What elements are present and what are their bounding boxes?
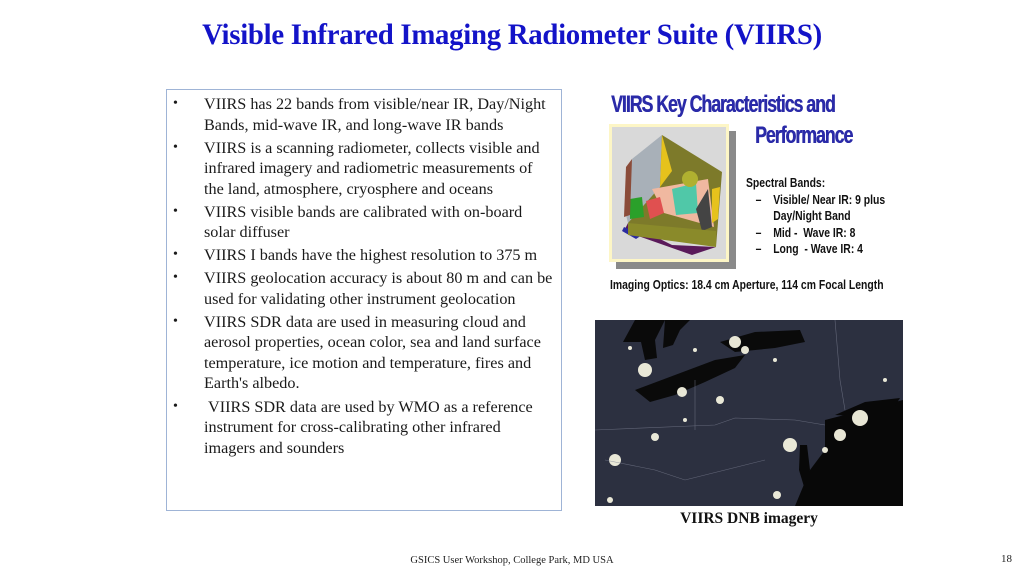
dash-icon: –: [755, 191, 762, 207]
spectral-item-continuation: Day/Night Band: [746, 208, 885, 225]
map-caption: VIIRS DNB imagery: [680, 510, 818, 527]
bullet-text: VIIRS SDR data are used by WMO as a refe…: [204, 397, 537, 457]
bullet-item: • VIIRS SDR data are used by WMO as a re…: [167, 397, 561, 459]
bullet-icon: •: [173, 398, 178, 414]
bullet-item: • VIIRS is a scanning radiometer, collect…: [167, 138, 561, 200]
instrument-model-icon: [622, 135, 722, 255]
page-number: 18: [1001, 553, 1012, 565]
bullet-icon: •: [173, 247, 178, 263]
bullet-item: • VIIRS I bands have the highest resoluti…: [167, 245, 561, 266]
bullet-item: • VIIRS geolocation accuracy is about 80 …: [167, 268, 561, 309]
bullet-text: VIIRS is a scanning radiometer, collects…: [204, 138, 540, 198]
bullet-icon: •: [173, 313, 178, 329]
spectral-item-label: Long - Wave IR: 4: [773, 241, 863, 256]
spectral-item-continuation-text: Day/Night Band: [773, 208, 851, 223]
bullet-item: • VIIRS visible bands are calibrated with…: [167, 202, 561, 243]
slide-footer: GSICS User Workshop, College Park, MD US…: [410, 555, 614, 566]
bullet-text: VIIRS has 22 bands from visible/near IR,…: [204, 95, 546, 134]
key-characteristics-graphic: VIIRS Key Characteristics and Performanc…: [600, 88, 900, 303]
key-characteristics-title-line2: Performance: [755, 122, 853, 149]
bullet-item: • VIIRS SDR data are used in measuring cl…: [167, 312, 561, 394]
bullet-text: VIIRS visible bands are calibrated with …: [204, 202, 523, 242]
night-lights-map-icon: [595, 320, 903, 506]
bullet-text: VIIRS SDR data are used in measuring clo…: [204, 312, 541, 393]
imaging-optics-text: Imaging Optics: 18.4 cm Aperture, 114 cm…: [610, 277, 884, 292]
spectral-item: – Long - Wave IR: 4: [746, 241, 885, 258]
key-characteristics-title-line1: VIIRS Key Characteristics and: [611, 91, 836, 118]
spectral-bands-block: Spectral Bands: – Visible/ Near IR: 9 plu…: [746, 175, 885, 258]
night-lights-map-image: [595, 320, 903, 506]
spectral-item: – Mid - Wave IR: 8: [746, 225, 885, 242]
bullet-text: VIIRS geolocation accuracy is about 80 m…: [204, 269, 553, 308]
bullet-list: • VIIRS has 22 bands from visible/near IR…: [167, 94, 561, 461]
bullet-item: • VIIRS has 22 bands from visible/near IR…: [167, 94, 561, 135]
slide-title: Visible Infrared Imaging Radiometer Suit…: [202, 18, 822, 51]
bullet-text: VIIRS I bands have the highest resolutio…: [204, 246, 538, 265]
dash-icon: –: [755, 224, 762, 240]
bullet-icon: •: [173, 203, 178, 219]
dash-icon: –: [755, 241, 762, 256]
bullet-icon: •: [173, 139, 178, 155]
spectral-bands-heading: Spectral Bands:: [746, 175, 826, 190]
instrument-image: [609, 124, 729, 262]
spectral-item-label: Mid - Wave IR: 8: [773, 224, 856, 240]
bullet-icon: •: [173, 270, 178, 286]
bullet-icon: •: [173, 96, 178, 111]
bullet-list-box: • VIIRS has 22 bands from visible/near IR…: [166, 89, 562, 511]
spectral-item: – Visible/ Near IR: 9 plus: [746, 191, 886, 209]
spectral-item-label: Visible/ Near IR: 9 plus: [773, 191, 886, 207]
